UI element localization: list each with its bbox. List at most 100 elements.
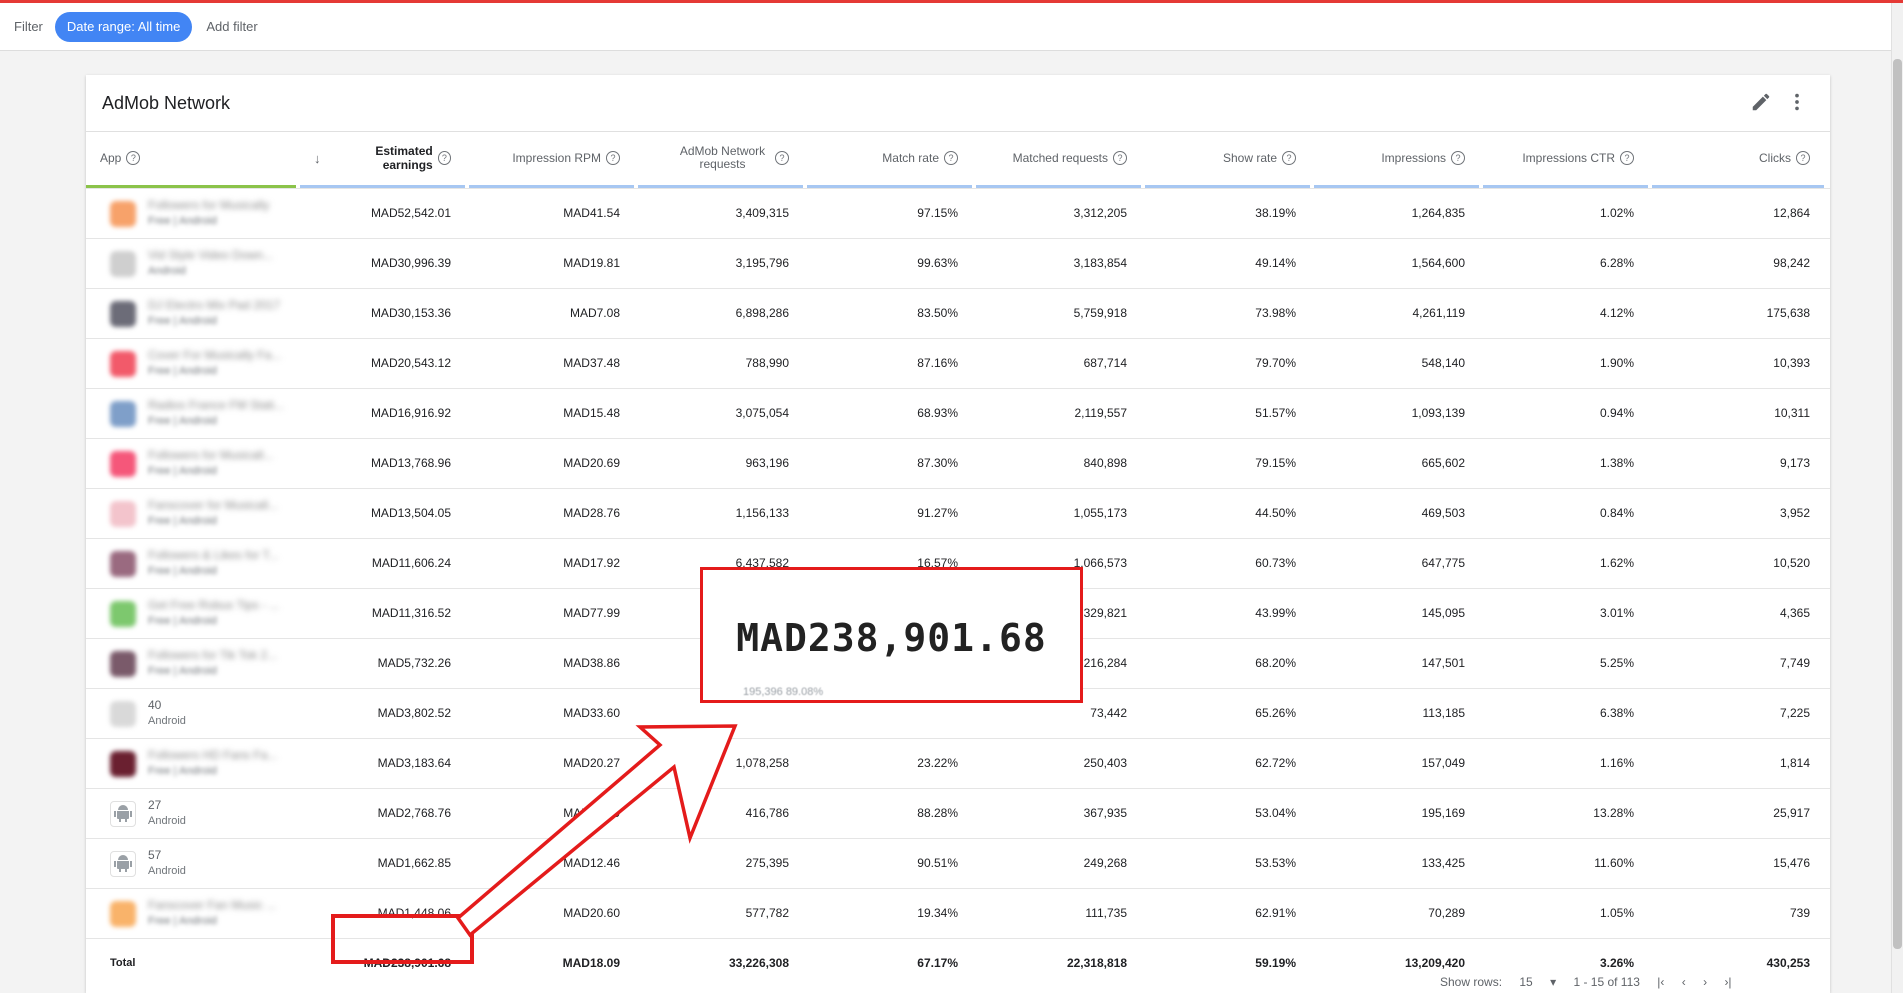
column-header-6[interactable]: Show rate? [1145, 132, 1310, 184]
metric-cell: 87.30% [917, 456, 958, 470]
table-row[interactable]: Followers for Musically Free | Android MAD… [86, 188, 1830, 238]
app-cell[interactable]: Followers HD Fans Fa... Free | Android [86, 739, 296, 787]
pencil-edit-icon[interactable] [1750, 91, 1772, 113]
app-name[interactable]: 57 [148, 848, 161, 862]
rows-per-page-select[interactable]: 15 ▾ [1519, 975, 1556, 989]
metric-cell: 9,173 [1779, 456, 1810, 470]
total-metric-cell: 33,226,308 [728, 956, 789, 970]
app-name[interactable]: Fanscover Fan Music ... [148, 898, 276, 912]
date-range-chip[interactable]: Date range: All time [54, 11, 193, 42]
page-scrollbar[interactable] [1891, 3, 1903, 993]
app-cell[interactable]: Cover For Musically Fa... Free | Android [86, 339, 296, 387]
column-header-4[interactable]: Match rate? [807, 132, 972, 184]
help-circle-icon[interactable]: ? [1282, 151, 1296, 165]
app-platform: Free | Android [148, 915, 217, 927]
app-cell[interactable]: Vid Style Video Down... Android [86, 239, 296, 287]
metric-cell: MAD41.54 [563, 206, 620, 220]
column-header-label: Matched requests [1012, 151, 1108, 165]
table-row[interactable]: DJ Electro Mix Pad 2017 Free | Android MAD… [86, 288, 1830, 338]
app-name[interactable]: Vid Style Video Down... [148, 248, 273, 262]
metric-cell: 647,775 [1421, 556, 1465, 570]
app-cell[interactable]: 57 Android [86, 839, 296, 887]
table-row[interactable]: 27 Android MAD2,768.76 MAD14.19 416,786 88.28… [86, 788, 1830, 838]
app-cell[interactable]: 27 Android [86, 789, 296, 837]
help-circle-icon[interactable]: ? [606, 151, 620, 165]
metric-cell: 133,425 [1421, 856, 1465, 870]
app-name[interactable]: Radios France FM Stati... [148, 398, 284, 412]
metric-cell: MAD3,802.52 [377, 706, 451, 720]
app-name[interactable]: Followers HD Fans Fa... [148, 748, 277, 762]
table-row[interactable]: Vid Style Video Down... Android MAD30,996.… [86, 238, 1830, 288]
app-cell[interactable]: Followers for Tik Tok 2... Free | Android [86, 639, 296, 687]
metric-cell: 3.01% [1599, 606, 1634, 620]
help-circle-icon[interactable]: ? [1796, 151, 1810, 165]
metric-cell: 10,311 [1774, 406, 1810, 420]
last-page-icon[interactable]: ›| [1724, 975, 1731, 989]
table-row[interactable]: Fanscover for Musicall... Free | Android M… [86, 488, 1830, 538]
prev-page-icon[interactable]: ‹ [1682, 975, 1686, 989]
first-page-icon[interactable]: |‹ [1657, 975, 1664, 989]
add-filter-button[interactable]: Add filter [206, 19, 257, 34]
help-circle-icon[interactable]: ? [1451, 151, 1465, 165]
metric-cell: 90.51% [917, 856, 958, 870]
metric-cell: 38.19% [1255, 206, 1296, 220]
metric-cell: 0.94% [1599, 406, 1634, 420]
column-header-label: Impressions [1381, 151, 1446, 165]
help-circle-icon[interactable]: ? [1113, 151, 1127, 165]
table-row[interactable]: 57 Android MAD1,662.85 MAD12.46 275,395 90.51… [86, 838, 1830, 888]
help-circle-icon[interactable]: ? [126, 151, 141, 165]
metric-cell: 275,395 [745, 856, 789, 870]
table-body: Followers for Musically Free | Android MAD… [86, 188, 1830, 938]
metric-cell: MAD33.60 [563, 706, 620, 720]
app-name[interactable]: Followers for Musicall... [148, 448, 273, 462]
app-platform: Android [148, 815, 186, 827]
metric-cell: MAD11,316.52 [371, 606, 451, 620]
column-header-9[interactable]: Clicks? [1652, 132, 1824, 184]
column-header-8[interactable]: Impressions CTR? [1483, 132, 1648, 184]
more-vert-icon[interactable] [1786, 91, 1808, 113]
help-circle-icon[interactable]: ? [775, 151, 789, 165]
table-row[interactable]: Cover For Musically Fa... Free | Android M… [86, 338, 1830, 388]
help-circle-icon[interactable]: ? [437, 151, 451, 165]
app-name[interactable]: 40 [148, 698, 161, 712]
app-name[interactable]: Followers & Likes for T... [148, 548, 279, 562]
app-name[interactable]: DJ Electro Mix Pad 2017 [148, 298, 280, 312]
app-cell[interactable]: Radios France FM Stati... Free | Android [86, 389, 296, 437]
table-row[interactable]: Followers for Musicall... Free | Android M… [86, 438, 1830, 488]
next-page-icon[interactable]: › [1703, 975, 1707, 989]
help-circle-icon[interactable]: ? [944, 151, 958, 165]
metric-cell: 11.60% [1594, 856, 1634, 870]
metric-cell: 3,409,315 [735, 206, 789, 220]
column-header-0[interactable]: App? [86, 132, 296, 184]
column-header-2[interactable]: Impression RPM? [469, 132, 634, 184]
column-header-7[interactable]: Impressions? [1314, 132, 1479, 184]
metric-cell: MAD19.81 [563, 256, 620, 270]
app-name[interactable]: Fanscover for Musicall... [148, 498, 278, 512]
scrollbar-thumb[interactable] [1893, 59, 1902, 949]
table-row[interactable]: Radios France FM Stati... Free | Android M… [86, 388, 1830, 438]
app-cell[interactable]: Followers for Musically Free | Android [86, 189, 296, 237]
app-cell[interactable]: Get Free Robux Tips - ... Free | Android [86, 589, 296, 637]
column-header-5[interactable]: Matched requests? [976, 132, 1141, 184]
column-header-1[interactable]: ↓ Estimated earnings? [300, 132, 465, 184]
app-cell[interactable]: Followers & Likes for T... Free | Android [86, 539, 296, 587]
sort-arrow-down-icon: ↓ [314, 150, 321, 166]
app-cell[interactable]: DJ Electro Mix Pad 2017 Free | Android [86, 289, 296, 337]
column-header-label: Show rate [1222, 151, 1277, 165]
app-cell[interactable]: 40 Android [86, 689, 296, 737]
app-name[interactable]: Followers for Musically [148, 198, 269, 212]
metric-cell: 1.02% [1599, 206, 1634, 220]
app-cell[interactable]: Fanscover Fan Music ... Free | Android [86, 889, 296, 937]
metric-cell: MAD20.69 [563, 456, 620, 470]
app-name[interactable]: Get Free Robux Tips - ... [148, 598, 279, 612]
report-table: App? ↓ Estimated earnings? Impression RPM? A… [86, 131, 1830, 988]
app-cell[interactable]: Fanscover for Musicall... Free | Android [86, 489, 296, 537]
table-row[interactable]: Followers HD Fans Fa... Free | Android MAD… [86, 738, 1830, 788]
help-circle-icon[interactable]: ? [1620, 151, 1634, 165]
app-name[interactable]: Cover For Musically Fa... [148, 348, 281, 362]
column-header-3[interactable]: AdMob Network requests? [638, 132, 803, 184]
app-name[interactable]: Followers for Tik Tok 2... [148, 648, 277, 662]
metric-cell: 4.12% [1599, 306, 1634, 320]
app-name[interactable]: 27 [148, 798, 161, 812]
app-cell[interactable]: Followers for Musicall... Free | Android [86, 439, 296, 487]
